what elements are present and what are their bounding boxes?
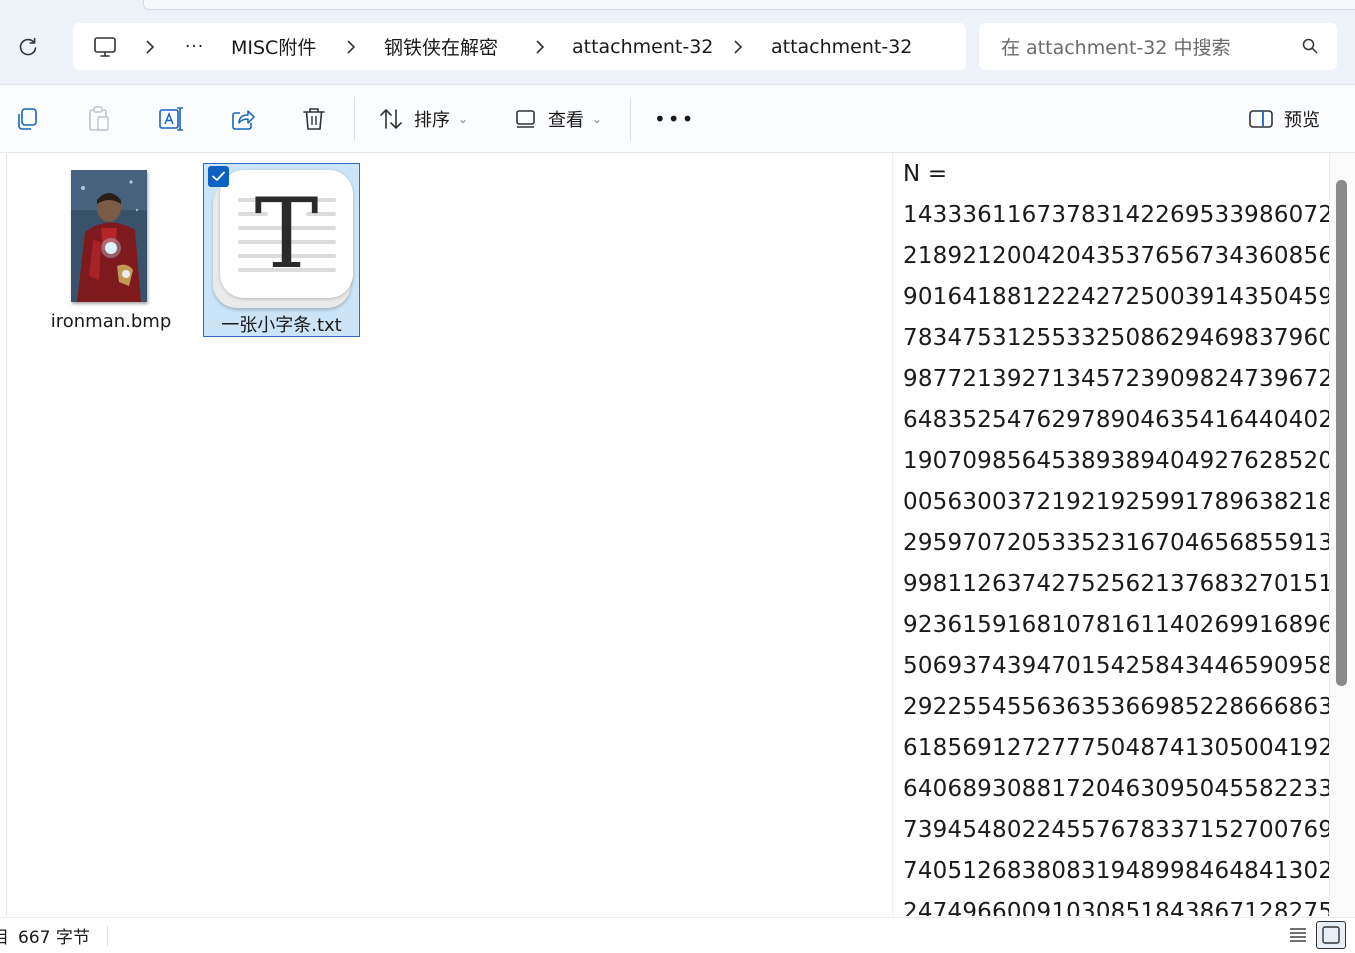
status-bar: 目 667 字节 (0, 917, 1355, 953)
preview-line: 247496600910308518438671282755 (903, 899, 1329, 916)
checkmark-icon (212, 171, 225, 181)
file-name: 一张小字条.txt (221, 315, 342, 336)
preview-label: 预览 (1284, 109, 1320, 131)
text-file-glyph: T (254, 178, 319, 290)
preview-pane[interactable]: N = 143336116737831422695339860722 2189212… (892, 153, 1329, 916)
breadcrumb-overflow-button[interactable]: ··· (185, 23, 204, 70)
search-box[interactable]: 在 attachment-32 中搜索 (979, 23, 1337, 70)
address-bar[interactable]: ··· MISC附件 钢铁侠在解密 attachment-32 attachme… (73, 23, 966, 70)
view-button[interactable]: 查看 ⌄ (514, 85, 602, 152)
view-icon (516, 109, 535, 128)
delete-button[interactable] (302, 85, 326, 152)
preview-line: 640689308817204630950455822337 (903, 776, 1329, 802)
preview-line: 218921200420435376567343608565 (903, 243, 1329, 269)
preview-line: 901641881222427250039143504590 (903, 284, 1329, 310)
rename-button[interactable] (157, 85, 185, 152)
status-item-count: 目 (0, 928, 9, 948)
computer-icon (94, 36, 116, 57)
tab-strip-edge (143, 0, 1355, 10)
status-divider (107, 926, 108, 946)
paste-button[interactable] (86, 85, 112, 152)
status-selected-size: 667 字节 (18, 928, 90, 948)
view-label: 查看 (548, 109, 584, 131)
paste-icon (89, 105, 109, 131)
breadcrumb-separator-icon[interactable] (346, 23, 356, 70)
file-name: ironman.bmp (50, 311, 172, 332)
command-bar: 排序 ⌄ 查看 ⌄ ••• 预览 (0, 85, 1355, 153)
more-options-button[interactable]: ••• (654, 85, 695, 152)
preview-line: 998112637427525621376832701517 (903, 571, 1329, 597)
preview-line: 783475312553325086294698379600 (903, 325, 1329, 351)
preview-line-label: N = (903, 161, 948, 187)
trash-icon (303, 107, 325, 130)
share-icon (232, 109, 255, 130)
sort-icon (380, 108, 402, 129)
preview-line: 143336116737831422695339860722 (903, 202, 1329, 228)
chevron-down-icon: ⌄ (592, 111, 603, 126)
file-label-wrap: 一张小字条.txt (203, 300, 360, 336)
large-icons-view-button[interactable] (1316, 921, 1346, 949)
ironman-bmp-thumbnail[interactable] (71, 170, 147, 302)
preview-line: 923615916810781611402699168969 (903, 612, 1329, 638)
refresh-button[interactable] (14, 33, 42, 61)
breadcrumb-item-attachment-1[interactable]: attachment-32 (572, 23, 713, 70)
preview-line: 292255455636353669852286668638 (903, 694, 1329, 720)
breadcrumb-separator-icon[interactable] (535, 23, 545, 70)
pane-divider (6, 153, 7, 916)
preview-line: 506937439470154258434465909586 (903, 653, 1329, 679)
preview-line: 648352547629789046354164404026 (903, 407, 1329, 433)
breadcrumb-item-misc[interactable]: MISC附件 (231, 23, 316, 70)
toolbar-divider (354, 97, 355, 141)
copy-button[interactable] (14, 85, 40, 152)
scrollbar-thumb[interactable] (1336, 180, 1347, 686)
preview-line: 295970720533523167046568559134 (903, 530, 1329, 556)
ironman-image (71, 170, 147, 302)
copy-icon (18, 107, 37, 130)
breadcrumb-item-attachment-2[interactable]: attachment-32 (771, 23, 912, 70)
preview-line: 740512683808319489984648413020 (903, 858, 1329, 884)
chevron-down-icon: ⌄ (458, 111, 469, 126)
refresh-icon (19, 37, 37, 56)
search-icon (1301, 37, 1319, 59)
preview-line: 005630037219219259917896382184 (903, 489, 1329, 515)
preview-line: 987721392713457239098247396729 (903, 366, 1329, 392)
rename-icon (159, 106, 183, 131)
this-pc-button[interactable] (93, 23, 117, 70)
sort-button[interactable]: 排序 ⌄ (378, 85, 468, 152)
sort-label: 排序 (414, 109, 450, 131)
breadcrumb-item-ironman-decrypt[interactable]: 钢铁侠在解密 (384, 23, 498, 70)
preview-line: 190709856453893894049276285203 (903, 448, 1329, 474)
share-button[interactable] (230, 85, 256, 152)
search-input[interactable]: 在 attachment-32 中搜索 (1001, 23, 1230, 70)
toolbar-divider (630, 97, 631, 141)
preview-line: 739454802245576783371527007692 (903, 817, 1329, 843)
details-view-icon (1290, 928, 1306, 942)
large-icons-view-icon (1322, 926, 1340, 944)
selection-checkbox[interactable] (208, 166, 229, 187)
breadcrumb-separator-icon[interactable] (145, 23, 155, 70)
file-item-ironman[interactable]: ironman.bmp (40, 300, 182, 336)
preview-line: 618569127277750487413050041921 (903, 735, 1329, 761)
preview-pane-icon (1249, 109, 1273, 128)
preview-pane-button[interactable]: 预览 (1248, 85, 1320, 152)
breadcrumb-separator-icon[interactable] (733, 23, 743, 70)
details-view-button[interactable] (1287, 924, 1309, 946)
